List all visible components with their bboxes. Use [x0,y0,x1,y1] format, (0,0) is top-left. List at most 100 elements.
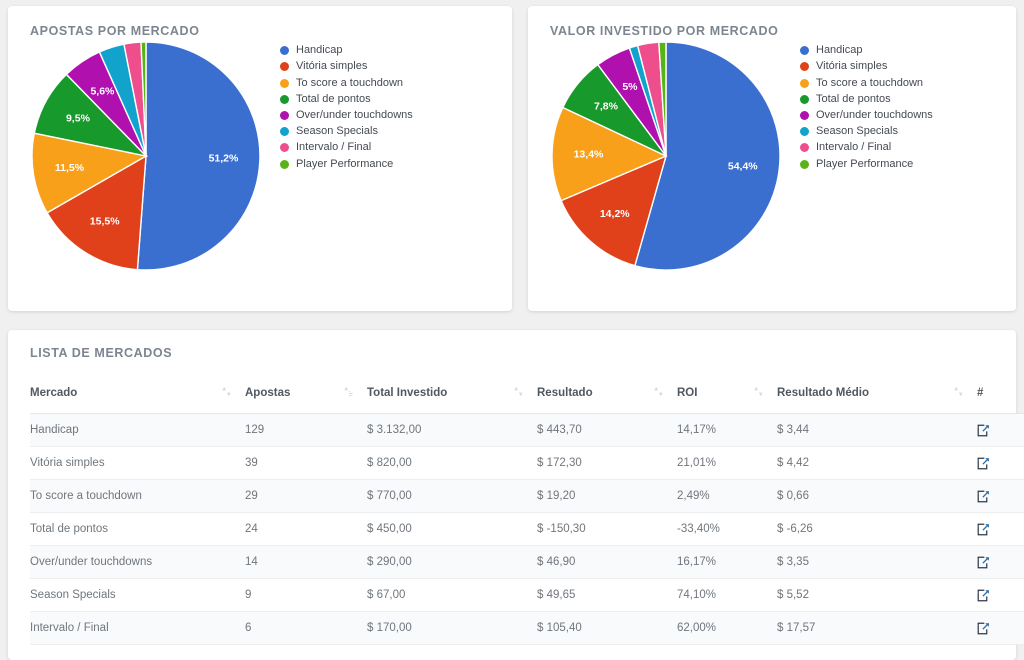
legend-item[interactable]: Over/under touchdowns [280,108,413,123]
col-header-resultado-medio[interactable]: Resultado Médio [777,386,977,414]
markets-table-head: Mercado Apostas Total Investido Resultad… [30,386,1024,414]
legend-item-label: Player Performance [296,157,394,170]
legend-item-label: Vitória simples [816,60,888,73]
legend-item[interactable]: Over/under touchdowns [800,108,933,123]
col-header-resultado-label: Resultado [537,387,593,399]
cell-resultado-medio: $ 17,57 [777,611,977,645]
sort-both-icon[interactable] [954,386,963,400]
legend-item-label: Vitória simples [296,60,368,73]
cell-total-investido: $ 770,00 [367,479,537,513]
pie-svg-apostas: 51,2% 15,5% 11,5% 9,5% 5,6% [31,41,261,271]
table-row[interactable]: Over/under touchdowns 14 $ 290,00 $ 46,90 16… [30,545,1024,579]
table-row[interactable]: Total de pontos 24 $ 450,00 $ -150,30 -33,40… [30,512,1024,546]
legend-item[interactable]: Vitória simples [800,59,933,74]
legend-color-swatch-icon [280,62,289,72]
legend-valor: Handicap Vitória simples To score a touchd… [800,43,933,173]
legend-color-swatch-icon [280,143,289,153]
legend-item[interactable]: Handicap [800,43,933,58]
table-row[interactable]: Handicap 129 $ 3.132,00 $ 443,70 14,17% $ 3,4… [30,413,1024,447]
pie-slice[interactable] [136,41,261,271]
cell-action[interactable] [977,611,1024,645]
legend-color-swatch-icon [800,94,809,104]
cell-resultado: $ 172,30 [537,446,677,480]
sort-both-icon[interactable] [222,386,231,400]
cell-action[interactable] [977,479,1024,513]
pie-slice-label: 51,2% [209,153,239,165]
external-link-icon[interactable] [977,622,990,635]
legend-color-swatch-icon [280,46,289,56]
external-link-icon[interactable] [977,490,990,503]
cell-roi: -33,40% [677,512,777,546]
legend-item-label: Player Performance [816,157,914,170]
col-header-resultado[interactable]: Resultado [537,386,677,414]
sort-both-icon[interactable] [514,386,523,400]
legend-item[interactable]: Season Specials [280,124,413,139]
legend-item-label: Total de pontos [816,92,891,105]
sort-both-icon[interactable] [754,386,763,400]
external-link-icon[interactable] [977,424,990,437]
col-header-actions-label: # [977,387,984,399]
legend-color-swatch-icon [800,78,809,88]
legend-item[interactable]: Handicap [280,43,413,58]
col-header-apostas[interactable]: Apostas [245,386,367,414]
col-header-mercado[interactable]: Mercado [30,386,245,414]
pie-slice-label: 54,4% [728,160,758,172]
cell-apostas: 39 [245,446,367,480]
card-title-valor-investido: VALOR INVESTIDO POR MERCADO [550,24,779,38]
legend-item-label: Intervalo / Final [816,141,892,154]
cell-apostas: 9 [245,578,367,612]
cell-apostas: 129 [245,413,367,447]
legend-item[interactable]: Intervalo / Final [280,140,413,155]
legend-item[interactable]: Vitória simples [280,59,413,74]
col-header-actions: # [977,386,1024,414]
pie-chart-apostas[interactable]: 51,2% 15,5% 11,5% 9,5% 5,6% [30,40,262,272]
legend-item[interactable]: Total de pontos [280,92,413,107]
cell-apostas: 14 [245,545,367,579]
pie-chart-valor[interactable]: 54,4% 14,2% 13,4% 7,8% 5% [550,40,782,272]
legend-item[interactable]: Player Performance [280,156,413,171]
external-link-icon[interactable] [977,523,990,536]
cell-action[interactable] [977,512,1024,546]
legend-item[interactable]: Total de pontos [800,92,933,107]
legend-item[interactable]: To score a touchdown [800,75,933,90]
external-link-icon[interactable] [977,556,990,569]
cell-action[interactable] [977,413,1024,447]
table-row[interactable]: Vitória simples 39 $ 820,00 $ 172,30 21,01% $… [30,446,1024,480]
table-row[interactable]: To score a touchdown 29 $ 770,00 $ 19,20 2,4… [30,479,1024,513]
legend-item[interactable]: To score a touchdown [280,75,413,90]
chart-body-apostas: 51,2% 15,5% 11,5% 9,5% 5,6% Handicap Vitória … [8,38,512,288]
legend-item-label: Handicap [296,44,343,57]
cell-resultado: $ 19,20 [537,479,677,513]
legend-color-swatch-icon [280,110,289,120]
sort-both-icon[interactable] [654,386,663,400]
cell-mercado: To score a touchdown [30,479,245,513]
cell-action[interactable] [977,545,1024,579]
col-header-total-investido[interactable]: Total Investido [367,386,537,414]
sort-desc-icon[interactable] [344,386,353,400]
cell-total-investido: $ 3.132,00 [367,413,537,447]
cell-resultado-medio: $ 4,42 [777,446,977,480]
cell-total-investido: $ 290,00 [367,545,537,579]
table-row[interactable]: Intervalo / Final 6 $ 170,00 $ 105,40 62,00%… [30,611,1024,645]
cell-action[interactable] [977,446,1024,480]
cell-total-investido: $ 450,00 [367,512,537,546]
legend-item-label: Intervalo / Final [296,141,372,154]
pie-slice-label: 5% [622,81,638,93]
pie-slice-label: 7,8% [594,101,619,113]
cell-resultado: $ 443,70 [537,413,677,447]
col-header-mercado-label: Mercado [30,387,78,399]
legend-item[interactable]: Player Performance [800,156,933,171]
external-link-icon[interactable] [977,589,990,602]
legend-item[interactable]: Season Specials [800,124,933,139]
cell-mercado: Vitória simples [30,446,245,480]
chart-body-valor: 54,4% 14,2% 13,4% 7,8% 5% Handicap Vitória si… [528,38,1016,288]
col-header-apostas-label: Apostas [245,387,291,399]
legend-item[interactable]: Intervalo / Final [800,140,933,155]
cell-action[interactable] [977,578,1024,612]
cell-total-investido: $ 820,00 [367,446,537,480]
table-row[interactable]: Season Specials 9 $ 67,00 $ 49,65 74,10% $ 5,… [30,578,1024,612]
pie-svg-valor: 54,4% 14,2% 13,4% 7,8%5% [551,41,781,271]
external-link-icon[interactable] [977,457,990,470]
cell-resultado-medio: $ 5,52 [777,578,977,612]
col-header-roi[interactable]: ROI [677,386,777,414]
